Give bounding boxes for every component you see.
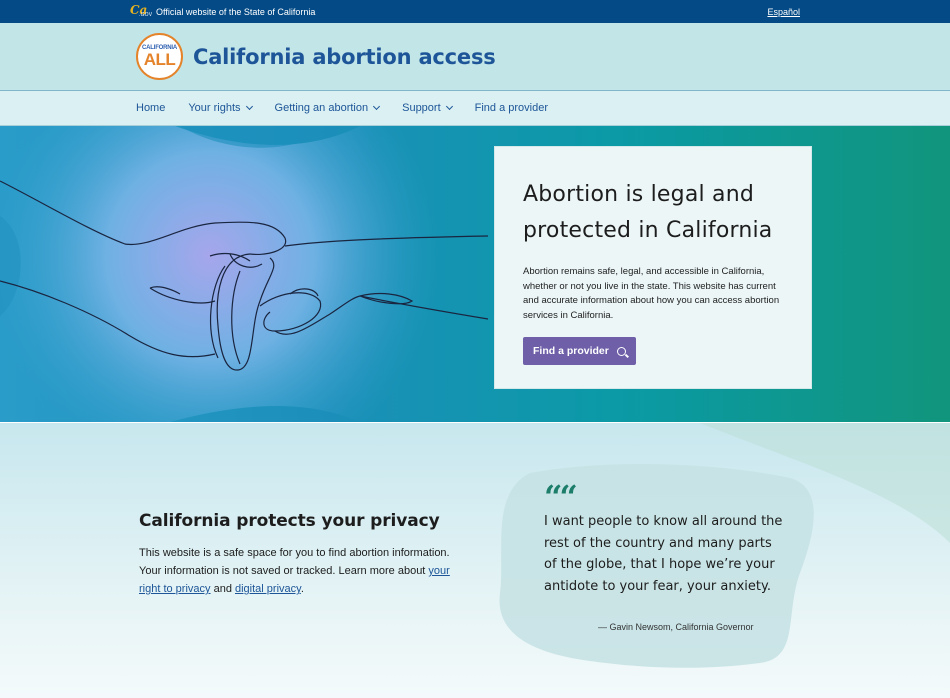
digital-privacy-link[interactable]: digital privacy	[235, 583, 301, 595]
privacy-body: This website is a safe space for you to …	[139, 544, 469, 598]
find-a-provider-button-label: Find a provider	[533, 345, 609, 357]
site-title[interactable]: California abortion access	[193, 45, 496, 69]
privacy-heading: California protects your privacy	[139, 511, 440, 531]
search-icon	[616, 346, 626, 356]
quote-attribution: — Gavin Newsom, California Governor	[598, 622, 754, 632]
governor-quote: I want people to know all around the res…	[544, 514, 783, 594]
chevron-down-icon	[373, 102, 381, 111]
hero-card: Abortion is legal and protected in Calif…	[494, 146, 812, 389]
official-website-text: Official website of the State of Califor…	[156, 6, 316, 17]
california-all-logo[interactable]: CALIFORNIA ALL	[136, 33, 183, 80]
nav-label: Getting an abortion	[274, 102, 369, 114]
gov-bar-left: Ca .GOV Official website of the State of …	[130, 4, 316, 19]
logo-text-all: ALL	[143, 50, 176, 69]
privacy-connector-text: and	[210, 583, 235, 595]
nav-label: Your rights	[188, 102, 241, 114]
privacy-suffix-text: .	[300, 583, 304, 595]
nav-label: Home	[136, 102, 166, 114]
gov-bar: Ca .GOV Official website of the State of …	[0, 0, 950, 23]
main-nav: Home Your rights Getting an abortion Sup…	[0, 91, 950, 126]
quote-icon: ““	[544, 478, 578, 516]
nav-label: Support	[402, 102, 441, 114]
nav-item-your-rights[interactable]: Your rights	[188, 102, 253, 114]
hero-section: Abortion is legal and protected in Calif…	[0, 126, 950, 422]
hero-body-text: Abortion remains safe, legal, and access…	[523, 266, 780, 321]
privacy-block: California protects your privacy This we…	[139, 511, 469, 598]
espanol-link[interactable]: Español	[767, 7, 800, 17]
nav-label: Find a provider	[474, 102, 549, 114]
hero-heading: Abortion is legal and protected in Calif…	[523, 182, 773, 243]
nav-item-find-a-provider[interactable]: Find a provider	[475, 102, 548, 114]
find-a-provider-button[interactable]: Find a provider	[523, 337, 636, 365]
brand-header: CALIFORNIA ALL California abortion acces…	[0, 23, 950, 91]
ca-gov-logo-icon[interactable]: Ca .GOV	[130, 4, 152, 19]
nav-item-home[interactable]: Home	[136, 102, 165, 114]
nav-item-support[interactable]: Support	[402, 102, 453, 114]
chevron-down-icon	[245, 102, 253, 111]
privacy-section: California protects your privacy This we…	[0, 423, 950, 698]
chevron-down-icon	[445, 102, 453, 111]
privacy-body-text: This website is a safe space for you to …	[139, 547, 450, 577]
nav-item-getting-an-abortion[interactable]: Getting an abortion	[274, 102, 381, 114]
